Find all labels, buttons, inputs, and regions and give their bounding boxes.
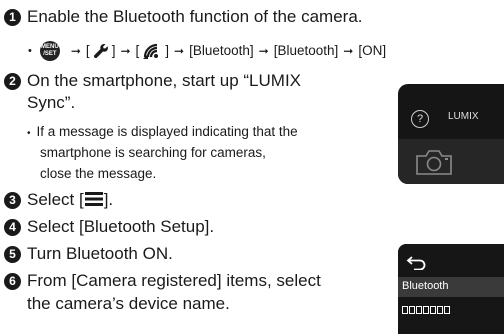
bluetooth-label: Bluetooth xyxy=(402,280,449,292)
wifi-menu-bracket: [ ] xyxy=(135,43,170,59)
path-item-bluetooth-2: [Bluetooth] xyxy=(273,43,339,58)
note-text-1: If a message is displayed indicating tha… xyxy=(36,124,298,139)
path-item-bluetooth: [Bluetooth] xyxy=(189,43,254,58)
setup-menu-bracket: [ ] xyxy=(85,43,116,59)
note-line-3: close the message. xyxy=(40,166,157,181)
step-4: 4 Select [Bluetooth Setup]. xyxy=(4,216,214,238)
menu-btn-label-top: MENU xyxy=(41,44,59,50)
step-2-line-1: On the smartphone, start up “LUMIX xyxy=(27,71,302,90)
step-1-text: Enable the Bluetooth function of the cam… xyxy=(27,7,363,26)
app-name: LUMIX xyxy=(448,111,479,122)
step-6-line-1: From [Camera registered] items, select xyxy=(27,271,321,290)
app-start-screen-illustration: ? LUMIX xyxy=(398,84,504,184)
wrench-icon xyxy=(93,43,108,59)
wifi-bluetooth-icon xyxy=(143,43,162,59)
arrow-icon: ➞ xyxy=(120,44,131,58)
step-number-5: 5 xyxy=(4,246,21,263)
instruction-page: 1 Enable the Bluetooth function of the ca… xyxy=(0,0,504,334)
step-number-2: 2 xyxy=(4,73,21,90)
step-number-1: 1 xyxy=(4,9,21,26)
step-6-line-2: the camera’s device name. xyxy=(27,294,230,313)
step-number-4: 4 xyxy=(4,219,21,236)
step-1: 1 Enable the Bluetooth function of the ca… xyxy=(4,6,363,28)
path-bullet: • xyxy=(28,45,32,57)
step-2: 2 On the smartphone, start up “LUMIX xyxy=(4,70,301,92)
step-5-text: Turn Bluetooth ON. xyxy=(27,244,173,263)
help-icon: ? xyxy=(411,110,429,128)
menu-set-button-icon: MENU /SET xyxy=(39,41,60,61)
camera-panel xyxy=(398,139,504,184)
step-2-line-2: Sync”. xyxy=(27,93,76,112)
step-4-text: Select [Bluetooth Setup]. xyxy=(27,217,215,236)
path-item-on: [ON] xyxy=(358,43,387,58)
menu-btn-label-bottom: /SET xyxy=(43,51,57,57)
step-number-6: 6 xyxy=(4,273,21,290)
settings-screen-illustration: Bluetooth xyxy=(398,244,504,334)
step-3-before: Select [ xyxy=(27,190,84,209)
step-5: 5 Turn Bluetooth ON. xyxy=(4,243,173,265)
arrow-icon: ➞ xyxy=(343,44,354,58)
step-3-after: ]. xyxy=(103,190,114,209)
arrow-icon: ➞ xyxy=(258,44,269,58)
step-number-3: 3 xyxy=(4,192,21,209)
back-arrow-icon xyxy=(406,256,426,270)
note-line-2: smartphone is searching for cameras, xyxy=(40,145,266,160)
note-line-1: • If a message is displayed indicating th… xyxy=(27,121,298,144)
step-3: 3 Select []. xyxy=(4,189,113,211)
step-6: 6 From [Camera registered] items, select xyxy=(4,270,321,292)
arrow-icon: ➞ xyxy=(70,44,81,58)
menu-path: • MENU /SET ➞ [ ] ➞ [ ] ➞ [Bluetooth] ➞ … xyxy=(28,38,386,64)
device-name-placeholder xyxy=(402,306,451,314)
note-bullet: • xyxy=(27,128,31,139)
arrow-icon: ➞ xyxy=(174,44,185,58)
camera-icon xyxy=(416,150,452,175)
hamburger-menu-icon xyxy=(84,192,103,206)
